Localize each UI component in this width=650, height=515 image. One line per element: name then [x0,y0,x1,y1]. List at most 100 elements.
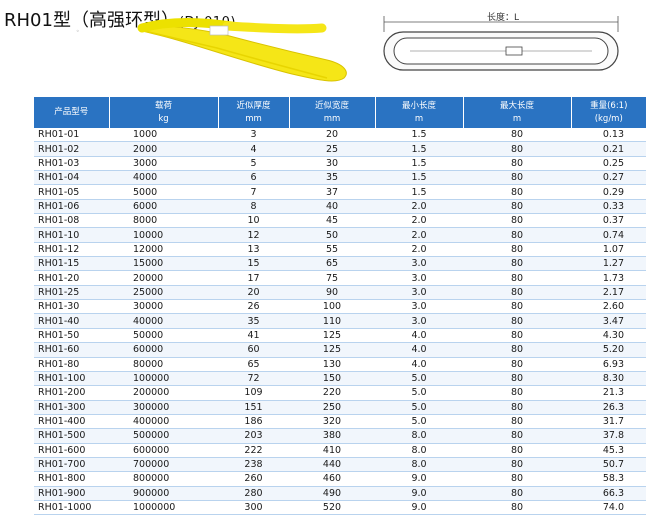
table-cell: 2000 [109,141,218,157]
table-row: RH01-25 25000 20 90 3.0 80 2.17 [34,285,646,301]
table-cell: RH01-25 [34,285,109,301]
table-cell: 40 [289,199,375,215]
table-cell: 0.37 [571,213,646,229]
column-header: 载荷 kg [109,97,219,128]
table-row: RH01-50 50000 41 125 4.0 80 4.30 [34,328,646,344]
table-cell: 2.60 [571,299,646,315]
table-cell: 20000 [109,270,218,286]
table-cell: 26.3 [571,400,646,415]
table-cell: RH01-300 [34,400,109,415]
column-header: 最大长度 m [463,97,572,128]
table-cell: 6.93 [571,357,646,372]
table-row: RH01-80 80000 65 130 4.0 80 6.93 [34,357,646,372]
table-cell: 3.0 [375,270,463,286]
table-cell: 8.0 [375,428,463,444]
length-label: 长度：L [487,13,520,23]
table-cell: 2.17 [571,285,646,301]
table-body: RH01-01 1000 3 20 1.5 80 0.13 RH01-02 2000 4 25 1.5… [34,128,646,515]
table-row: RH01-12 12000 13 55 2.0 80 1.07 [34,242,646,258]
table-cell: 80 [463,199,571,215]
table-cell: 300000 [109,400,218,415]
table-cell: 5.0 [375,385,463,401]
table-cell: 1.07 [571,242,646,258]
table-cell: 80 [463,313,571,329]
table-cell: 100000 [109,371,218,387]
table-cell: 8.0 [375,457,463,473]
table-cell: RH01-500 [34,428,109,444]
table-cell: 220 [289,385,375,401]
table-cell: 10000 [109,227,218,243]
table-cell: 109 [218,385,289,401]
table-cell: 3.0 [375,285,463,301]
table-cell: 700000 [109,457,218,473]
table-row: RH01-200 200000 109 220 5.0 80 21.3 [34,385,646,401]
table-cell: 6 [218,170,289,186]
table-cell: 410 [289,443,375,458]
table-cell: 65 [289,256,375,272]
table-cell: 80 [463,141,571,157]
table-cell: 80 [463,242,571,258]
table-cell: 110 [289,313,375,329]
table-cell: RH01-06 [34,199,109,215]
table-cell: 4.0 [375,357,463,372]
table-cell: 440 [289,457,375,473]
table-row: RH01-30 30000 26 100 3.0 80 2.60 [34,299,646,315]
table-cell: 5.0 [375,400,463,415]
table-cell: 186 [218,414,289,430]
table-cell: RH01-80 [34,357,109,372]
table-cell: 80 [463,285,571,301]
table-cell: 203 [218,428,289,444]
column-header-label: 产品型号 [54,107,89,117]
table-cell: 222 [218,443,289,458]
table-row: RH01-20 20000 17 75 3.0 80 1.73 [34,270,646,286]
table-row: RH01-02 2000 4 25 1.5 80 0.21 [34,141,646,157]
table-row: RH01-300 300000 151 250 5.0 80 26.3 [34,400,646,415]
table-cell: RH01-03 [34,156,109,172]
table-cell: 37 [289,184,375,200]
table-cell: 250 [289,400,375,415]
table-cell: 0.13 [571,128,646,143]
table-cell: 60 [218,342,289,358]
table-cell: 8.0 [375,443,463,458]
table-cell: 80 [463,443,571,458]
spec-table: 产品型号 载荷 kg 近似厚度 mm 近似宽度 mm 最小长度 m 最大长度 m 重量(6:1) (kg… [34,97,646,515]
table-cell: 80000 [109,357,218,372]
table-cell: 400000 [109,414,218,430]
table-cell: 90 [289,285,375,301]
table-cell: 4.30 [571,328,646,344]
table-cell: 2.0 [375,213,463,229]
table-cell: 0.21 [571,141,646,157]
table-cell: 0.29 [571,184,646,200]
table-cell: 55 [289,242,375,258]
table-cell: 15 [218,256,289,272]
table-header-row: 产品型号 载荷 kg 近似厚度 mm 近似宽度 mm 最小长度 m 最大长度 m 重量(6:1) (kg… [34,97,646,128]
table-cell: 3.0 [375,299,463,315]
table-cell: 35 [218,313,289,329]
table-cell: RH01-15 [34,256,109,272]
table-cell: 31.7 [571,414,646,430]
table-cell: 125 [289,342,375,358]
column-header-label: 近似宽度 [314,100,349,111]
table-row: RH01-03 3000 5 30 1.5 80 0.25 [34,156,646,172]
small-mark: ◦ [76,28,80,35]
table-row: RH01-15 15000 15 65 3.0 80 1.27 [34,256,646,272]
table-cell: 25 [289,141,375,157]
table-cell: 72 [218,371,289,387]
table-cell: 65 [218,357,289,372]
table-cell: 151 [218,400,289,415]
table-cell: 15000 [109,256,218,272]
table-cell: 58.3 [571,471,646,487]
sling-label-tag [209,25,229,36]
table-row: RH01-800 800000 260 460 9.0 80 58.3 [34,471,646,487]
table-cell: 1.5 [375,128,463,143]
table-cell: 80 [463,170,571,186]
table-cell: 50 [289,227,375,243]
table-cell: 260 [218,471,289,487]
column-header-label: 载荷 [154,100,172,111]
table-cell: RH01-100 [34,371,109,387]
table-cell: RH01-04 [34,170,109,186]
column-header-unit: (kg/m) [594,113,623,124]
table-cell: 130 [289,357,375,372]
table-cell: 80 [463,299,571,315]
table-cell: 9.0 [375,471,463,487]
